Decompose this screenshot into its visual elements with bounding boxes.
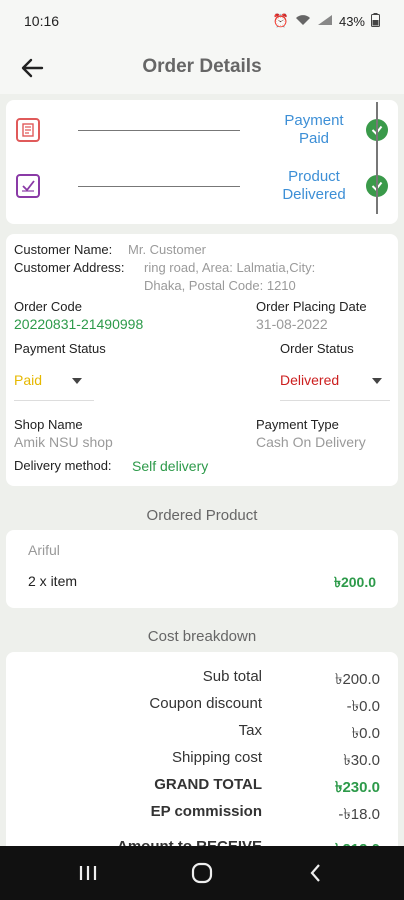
delivery-method-label: Delivery method: [14,458,112,473]
tax-value: ৳0.0 [351,725,380,742]
tracking-line [78,186,240,187]
wifi-icon [295,14,311,29]
nav-back-button[interactable] [296,858,336,888]
payment-status-value: Paid [14,372,43,388]
recent-apps-button[interactable] [68,858,108,888]
chevron-down-icon [72,378,82,384]
system-nav-bar [0,846,404,900]
order-status-value: Delivered [280,372,340,388]
customer-name-label: Customer Name: [14,242,113,257]
receipt-icon [16,118,40,142]
ep-commission-label: EP commission [150,803,262,820]
cost-breakdown-card: Sub total ৳200.0 Coupon discount -৳0.0 T… [6,652,398,862]
app-bar: Order Details [0,42,404,94]
grand-total-label: GRAND TOTAL [154,776,262,793]
home-circle-icon [191,862,213,884]
order-date-label: Order Placing Date [256,299,367,314]
order-code-label: Order Code [14,299,82,314]
product-price: ৳200.0 [333,574,376,590]
payment-type-value: Cash On Delivery [256,434,366,450]
coupon-discount-label: Coupon discount [149,695,262,712]
signal-icon [317,14,333,29]
recent-apps-icon [79,866,97,880]
customer-name-value: Mr. Customer [128,242,207,257]
order-info-card: Customer Name: Mr. Customer Customer Add… [6,234,398,486]
seller-name: Ariful [28,542,60,558]
ordered-product-title: Ordered Product [146,507,258,524]
dropdown-underline [14,400,94,401]
tracking-label-payment: Payment Paid [284,112,344,147]
order-date-value: 31-08-2022 [256,316,328,332]
payment-status-label: Payment Status [14,341,106,356]
customer-address-label: Customer Address: [14,260,125,275]
shipping-cost-label: Shipping cost [171,749,262,766]
customer-address-line2: Dhaka, Postal Code: 1210 [144,278,296,293]
dropdown-underline [280,400,390,401]
delivered-check-icon [16,174,40,198]
alarm-icon: ⏰ [272,13,289,28]
shop-name-label: Shop Name [14,417,83,432]
tracking-step-payment: Payment Paid [6,110,398,150]
chevron-left-icon [310,864,320,882]
order-status-dropdown[interactable]: Delivered [280,372,390,398]
tracking-label-delivered: Product Delivered [282,168,346,203]
order-tracking-card: Payment Paid Product Delivered [6,100,398,224]
tracking-vertical-line [376,102,378,214]
home-button[interactable] [182,858,222,888]
payment-status-dropdown[interactable]: Paid [14,372,94,398]
ep-commission-value: -৳18.0 [338,806,380,823]
status-icons: ⏰ 43% [272,12,380,30]
tracking-step-delivered: Product Delivered [6,166,398,206]
subtotal-label: Sub total [202,668,262,685]
status-bar: 10:16 ⏰ 43% [0,0,404,42]
cost-breakdown-title: Cost breakdown [147,628,257,645]
tracking-line [78,130,240,131]
shipping-cost-value: ৳30.0 [343,752,380,769]
page-title: Order Details [142,56,262,77]
payment-type-label: Payment Type [256,417,339,432]
product-card: Ariful 2 x item ৳200.0 [6,530,398,608]
product-item: 2 x item [28,573,78,589]
order-code-value: 20220831-21490998 [14,316,144,332]
grand-total-value: ৳230.0 [334,779,380,796]
battery-text: 43% [338,13,365,29]
status-time: 10:16 [24,13,60,29]
battery-icon [371,12,380,30]
tax-label: Tax [238,722,262,739]
delivery-method-value: Self delivery [132,458,209,474]
chevron-down-icon [372,378,382,384]
order-status-label: Order Status [280,341,354,356]
customer-address-line1: ring road, Area: Lalmatia,City: [144,260,316,275]
coupon-discount-value: -৳0.0 [346,698,380,715]
shop-name-value: Amik NSU shop [14,434,113,450]
subtotal-value: ৳200.0 [334,671,380,688]
